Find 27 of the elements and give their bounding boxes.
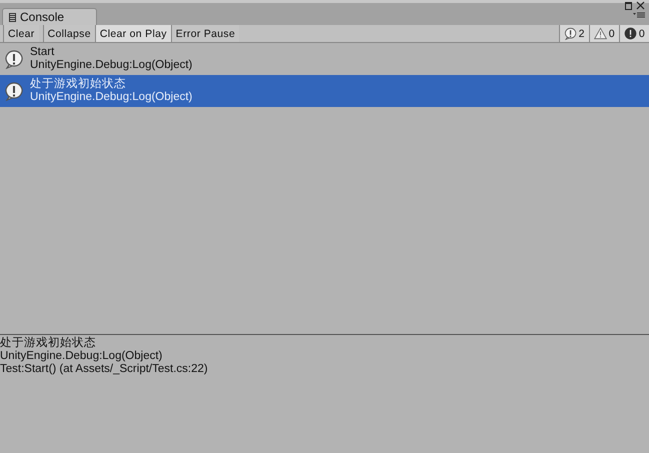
console-tab[interactable]: Console [2,8,97,25]
document-icon [9,12,16,22]
log-source: UnityEngine.Debug:Log(Object) [30,91,192,104]
error-filter-button[interactable]: 0 [618,25,649,42]
speech-bubble-exclamation-icon [4,81,24,101]
toolbar-button[interactable]: Clear [3,25,39,42]
log-source: UnityEngine.Debug:Log(Object) [30,59,192,72]
toolbar-button[interactable]: Clear on Play [94,25,171,42]
toolbar-button[interactable]: Error Pause [170,25,240,42]
toolbar-button[interactable]: Collapse [42,25,95,42]
stack-trace-line: 处于游戏初始状态 [0,337,96,350]
log-message: 处于游戏初始状态 [30,78,127,91]
warning-icon [594,27,607,40]
tab-title: Console [20,10,64,24]
warning-filter-button[interactable]: 0 [588,25,619,42]
log-entry[interactable]: Start UnityEngine.Debug:Log(Object) [0,43,649,75]
error-icon [624,27,637,40]
menu-icon[interactable] [633,12,645,18]
maximize-icon[interactable] [625,2,632,10]
speech-bubble-exclamation-icon [4,49,24,69]
log-entry[interactable]: 处于游戏初始状态 UnityEngine.Debug:Log(Object) [0,75,649,107]
close-icon[interactable] [636,1,645,10]
speech-bubble-exclamation-icon [564,27,577,40]
stack-trace-line: UnityEngine.Debug:Log(Object) [0,350,162,363]
info-filter-button[interactable]: 2 [558,25,589,42]
stack-trace-line: Test:Start() (at Assets/_Script/Test.cs:22) [0,363,208,376]
log-message: Start [30,46,56,59]
